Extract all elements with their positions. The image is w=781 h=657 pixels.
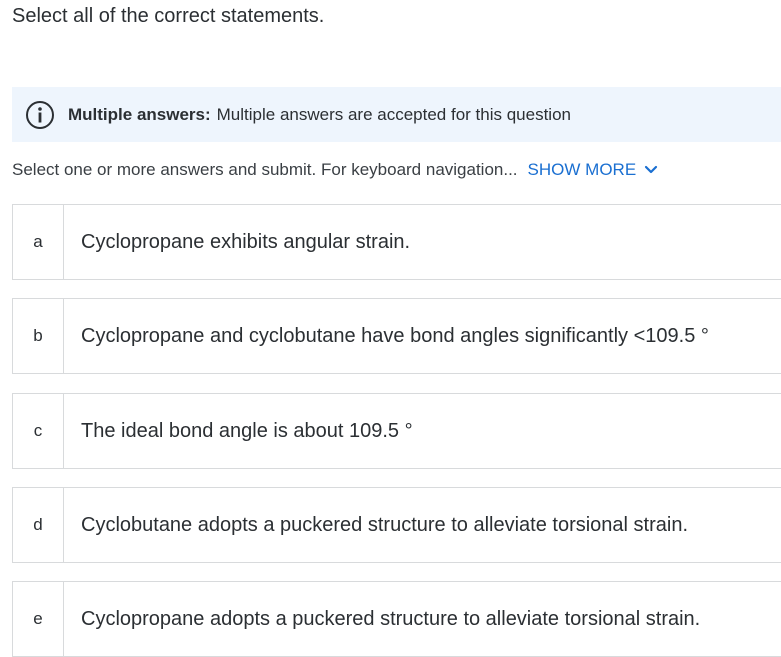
instructions-text: Select one or more answers and submit. F… [12, 160, 518, 179]
answer-option-e[interactable]: e Cyclopropane adopts a puckered structu… [12, 581, 781, 657]
answer-option-c[interactable]: c The ideal bond angle is about 109.5 ° [12, 393, 781, 469]
option-text: Cyclobutane adopts a puckered structure … [81, 513, 689, 536]
answer-option-a[interactable]: a Cyclopropane exhibits angular strain. [12, 204, 781, 280]
option-letter: a [13, 205, 64, 279]
chevron-down-icon [645, 165, 658, 174]
instructions: Select one or more answers and submit. F… [12, 160, 658, 180]
option-letter: c [13, 394, 64, 468]
option-text: Cyclopropane exhibits angular strain. [81, 230, 411, 253]
option-letter: e [13, 582, 64, 656]
banner-text: Multiple answers are accepted for this q… [216, 104, 571, 124]
option-text: Cyclopropane adopts a puckered structure… [81, 607, 701, 630]
banner-title: Multiple answers: [68, 104, 211, 124]
option-letter: b [13, 299, 64, 373]
multiple-answers-banner: Multiple answers: Multiple answers are a… [12, 87, 781, 142]
option-text: Cyclopropane and cyclobutane have bond a… [81, 324, 709, 347]
option-text: The ideal bond angle is about 109.5 ° [81, 419, 413, 442]
show-more-label: SHOW MORE [527, 160, 637, 179]
show-more-button[interactable]: SHOW MORE [528, 160, 659, 180]
info-icon [26, 100, 54, 129]
question-prompt: Select all of the correct statements. [12, 5, 325, 27]
answer-option-b[interactable]: b Cyclopropane and cyclobutane have bond… [12, 298, 781, 374]
option-letter: d [13, 488, 64, 562]
answer-option-d[interactable]: d Cyclobutane adopts a puckered structur… [12, 487, 781, 563]
